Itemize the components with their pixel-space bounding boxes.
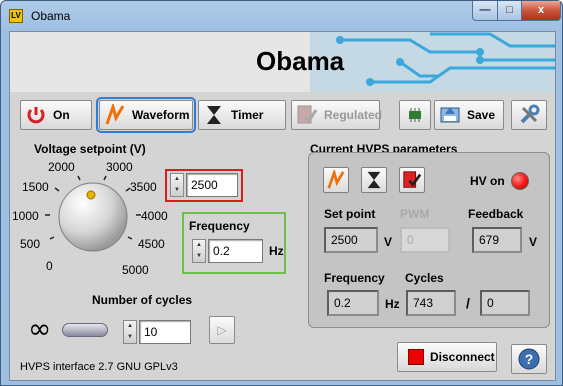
waveform-button-label: Waveform — [132, 108, 190, 122]
frequency-unit: Hz — [269, 244, 284, 258]
dial-pointer-icon — [86, 190, 96, 200]
svg-text:?: ? — [525, 351, 534, 367]
hvps-timer-indicator — [361, 167, 387, 193]
app-title: Obama — [256, 46, 345, 76]
dial-tick-5000: 5000 — [122, 263, 149, 277]
stop-icon — [408, 349, 424, 365]
voltage-spinner[interactable]: ▲ ▼ — [170, 173, 184, 197]
cycles-label: Number of cycles — [92, 293, 193, 307]
frequency-label: Frequency — [189, 219, 250, 233]
close-button[interactable]: x — [521, 1, 561, 21]
frequency-input-value: 0.2 — [213, 244, 230, 258]
voltage-input-value: 2500 — [191, 178, 218, 192]
minimize-button[interactable]: — — [472, 1, 498, 21]
run-cycles-button[interactable]: ▷ — [209, 316, 235, 344]
dial-tick-1000: 1000 — [12, 209, 39, 223]
hvps-frequency-display: 0.2 — [327, 290, 379, 316]
regulated-button-label: Regulated — [324, 108, 383, 122]
setpoint-display: 2500 — [324, 227, 378, 253]
hv-on-led — [511, 172, 529, 190]
waveform-icon — [105, 104, 125, 125]
infinity-icon: ∞ — [28, 312, 52, 345]
feedback-display: 679 — [472, 227, 522, 253]
setpoint-unit: V — [384, 235, 393, 249]
hvps-frequency-label: Frequency — [324, 271, 385, 285]
power-icon — [27, 107, 45, 124]
settings-button[interactable] — [511, 100, 547, 130]
hv-on-label: HV on — [470, 174, 505, 188]
cycles-spinner[interactable]: ▲ ▼ — [123, 320, 137, 344]
save-icon — [440, 107, 460, 123]
app-client-area: Obama On Waveform Timer Regulated Save V… — [9, 31, 556, 381]
timer-button-label: Timer — [231, 108, 264, 122]
save-button[interactable]: Save — [434, 100, 504, 130]
header-banner: Obama — [10, 32, 555, 92]
on-button[interactable]: On — [20, 100, 92, 130]
help-button[interactable]: ? — [511, 344, 547, 374]
hvps-cycles-total-display: 0 — [480, 290, 530, 316]
save-button-label: Save — [467, 108, 496, 122]
title-bar[interactable]: LV Obama — □ x — [1, 1, 562, 31]
regulated-icon — [403, 171, 422, 188]
hvps-regulated-indicator — [399, 167, 425, 193]
window-title: Obama — [31, 9, 71, 23]
hourglass-icon — [207, 106, 221, 124]
regulated-icon — [297, 105, 318, 124]
app-icon: LV — [9, 9, 23, 23]
waveform-button[interactable]: Waveform — [96, 97, 196, 133]
pwm-label: PWM — [400, 207, 430, 221]
hvps-frequency-unit: Hz — [385, 297, 400, 311]
window: LV Obama — □ x Obama On Waveform Timer R… — [0, 0, 563, 386]
footer-version-text: HVPS interface 2.7 GNU GPLv3 — [20, 361, 178, 373]
disconnect-button[interactable]: Disconnect — [397, 342, 497, 372]
infinite-cycles-toggle[interactable] — [62, 323, 108, 337]
cycles-input-value: 10 — [144, 325, 158, 339]
setpoint-label: Set point — [324, 207, 376, 221]
hardware-chip-button[interactable] — [399, 100, 431, 130]
play-icon: ▷ — [217, 323, 227, 337]
chip-icon — [409, 108, 421, 122]
frequency-spinner[interactable]: ▲ ▼ — [192, 239, 206, 263]
waveform-icon — [327, 170, 345, 189]
voltage-setpoint-label: Voltage setpoint (V) — [34, 142, 146, 156]
hvps-waveform-indicator — [323, 167, 349, 193]
feedback-unit: V — [529, 235, 538, 249]
hourglass-icon — [367, 171, 381, 189]
on-button-label: On — [53, 108, 70, 122]
hvps-cycles-label: Cycles — [405, 271, 444, 285]
cycles-separator: / — [466, 295, 470, 311]
disconnect-button-label: Disconnect — [430, 350, 495, 364]
pwm-display: 0 — [400, 227, 450, 253]
voltage-dial[interactable] — [38, 172, 148, 262]
regulated-button[interactable]: Regulated — [291, 100, 383, 130]
feedback-label: Feedback — [468, 207, 524, 221]
maximize-button[interactable]: □ — [497, 1, 522, 21]
tools-icon — [520, 104, 540, 124]
hvps-cycles-display: 743 — [406, 290, 456, 316]
help-icon: ? — [518, 348, 540, 370]
timer-button[interactable]: Timer — [198, 100, 286, 130]
